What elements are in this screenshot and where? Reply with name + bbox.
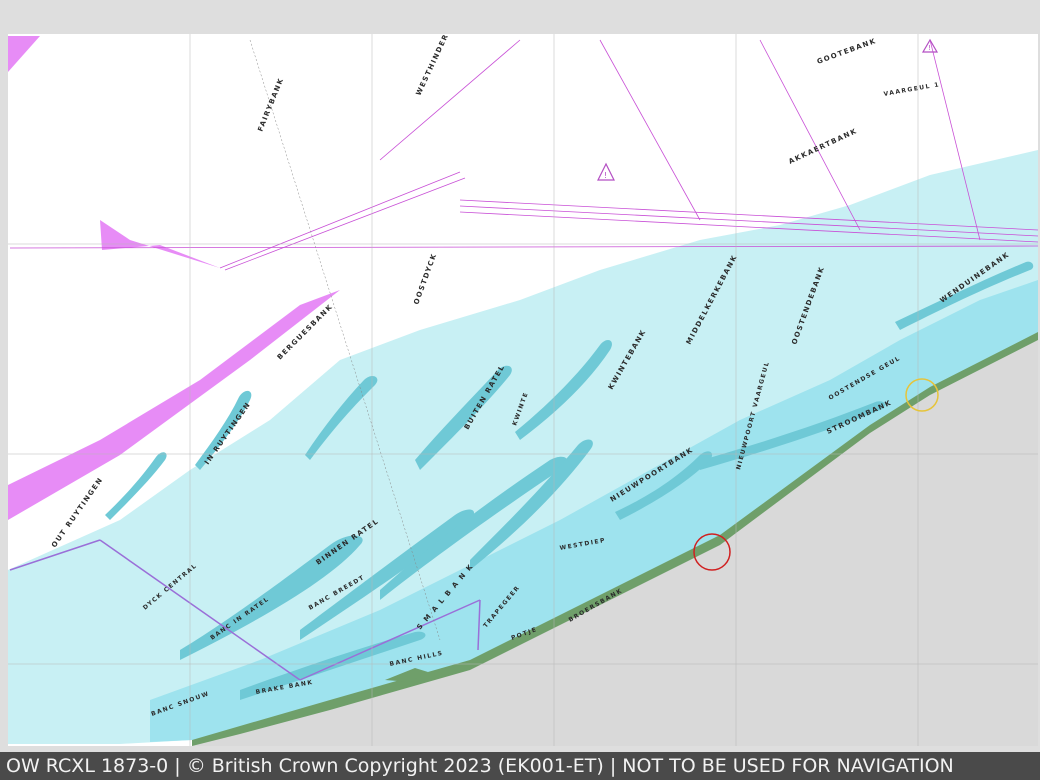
nautical-chart[interactable]: ! ! FAIRYBANK WESTHINDER GOOTEBANK AKKAE…	[0, 0, 1040, 752]
caption-text: OW RCXL 1873-0 | © British Crown Copyrig…	[6, 755, 954, 777]
svg-text:!: !	[604, 171, 607, 180]
svg-text:!: !	[928, 44, 931, 52]
caption-bar: OW RCXL 1873-0 | © British Crown Copyrig…	[0, 752, 1040, 780]
